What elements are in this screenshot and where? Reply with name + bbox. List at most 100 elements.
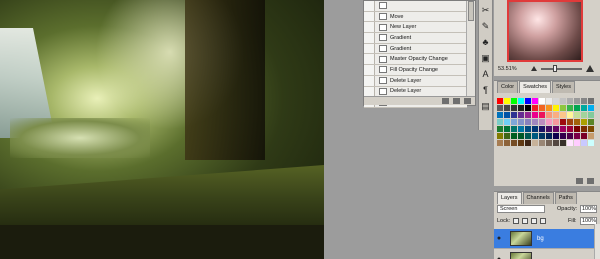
opacity-input[interactable]: 100% bbox=[580, 205, 597, 213]
color-swatch[interactable] bbox=[518, 112, 525, 119]
history-item[interactable]: Fill Opacity Change bbox=[364, 65, 467, 76]
color-swatch[interactable] bbox=[539, 98, 546, 105]
color-swatch[interactable] bbox=[504, 105, 511, 112]
color-swatch[interactable] bbox=[497, 98, 504, 105]
color-swatch[interactable] bbox=[525, 140, 532, 147]
color-swatch[interactable] bbox=[518, 119, 525, 126]
color-swatch[interactable] bbox=[560, 133, 567, 140]
color-swatch[interactable] bbox=[532, 126, 539, 133]
history-snapshot-checkbox[interactable] bbox=[364, 11, 375, 22]
color-swatch[interactable] bbox=[546, 112, 553, 119]
color-swatch[interactable] bbox=[539, 133, 546, 140]
swatch-tool-icon[interactable]: ✎ bbox=[480, 21, 491, 32]
color-swatch[interactable] bbox=[532, 140, 539, 147]
color-swatch[interactable] bbox=[553, 126, 560, 133]
paragraph-icon[interactable]: ¶ bbox=[480, 85, 491, 96]
color-swatch[interactable] bbox=[546, 126, 553, 133]
color-swatch[interactable] bbox=[553, 140, 560, 147]
color-swatch[interactable] bbox=[574, 112, 581, 119]
tab-layers[interactable]: Layers bbox=[497, 192, 522, 204]
history-snapshot-checkbox[interactable] bbox=[364, 86, 375, 97]
color-swatch[interactable] bbox=[532, 133, 539, 140]
color-swatch[interactable] bbox=[574, 140, 581, 147]
color-swatch[interactable] bbox=[497, 105, 504, 112]
color-swatch[interactable] bbox=[525, 133, 532, 140]
color-swatch[interactable] bbox=[567, 133, 574, 140]
color-swatch[interactable] bbox=[581, 119, 588, 126]
color-swatch[interactable] bbox=[511, 140, 518, 147]
color-swatch[interactable] bbox=[511, 105, 518, 112]
history-snapshot-checkbox[interactable] bbox=[364, 33, 375, 43]
color-swatch[interactable] bbox=[511, 98, 518, 105]
color-swatch[interactable] bbox=[511, 112, 518, 119]
camera-icon[interactable] bbox=[453, 98, 460, 104]
color-swatch[interactable] bbox=[539, 126, 546, 133]
color-swatch[interactable] bbox=[567, 98, 574, 105]
color-swatch[interactable] bbox=[525, 112, 532, 119]
layer-row[interactable]: ● bg bbox=[494, 229, 594, 249]
type-icon[interactable]: A bbox=[480, 69, 491, 80]
color-swatch[interactable] bbox=[574, 119, 581, 126]
zoom-in-icon[interactable] bbox=[586, 65, 594, 72]
new-document-from-state-icon[interactable] bbox=[442, 98, 449, 104]
color-swatch[interactable] bbox=[539, 119, 546, 126]
color-swatch[interactable] bbox=[504, 98, 511, 105]
color-swatch[interactable] bbox=[567, 112, 574, 119]
trash-icon[interactable] bbox=[464, 98, 471, 104]
color-swatch[interactable] bbox=[518, 105, 525, 112]
stamp-icon[interactable]: ♣ bbox=[480, 37, 491, 48]
color-swatch[interactable] bbox=[588, 119, 595, 126]
zoom-out-icon[interactable] bbox=[531, 66, 537, 71]
zoom-slider-knob[interactable] bbox=[553, 65, 557, 72]
color-swatch[interactable] bbox=[539, 105, 546, 112]
color-swatch[interactable] bbox=[588, 126, 595, 133]
color-swatch[interactable] bbox=[504, 119, 511, 126]
zoom-level[interactable]: 53.51% bbox=[498, 66, 517, 72]
color-swatch[interactable] bbox=[553, 105, 560, 112]
color-swatch[interactable] bbox=[567, 140, 574, 147]
color-swatch[interactable] bbox=[525, 119, 532, 126]
color-swatch[interactable] bbox=[560, 140, 567, 147]
frame-icon[interactable]: ▣ bbox=[480, 53, 491, 64]
lock-all-icon[interactable] bbox=[540, 218, 546, 224]
history-snapshot-checkbox[interactable] bbox=[364, 65, 375, 75]
color-swatch[interactable] bbox=[504, 133, 511, 140]
color-swatch[interactable] bbox=[560, 126, 567, 133]
color-swatch[interactable] bbox=[588, 133, 595, 140]
color-swatch[interactable] bbox=[518, 133, 525, 140]
history-snapshot-checkbox[interactable] bbox=[364, 75, 375, 86]
tab-paths[interactable]: Paths bbox=[554, 192, 577, 204]
new-swatch-icon[interactable] bbox=[576, 178, 583, 184]
history-scroll-thumb[interactable] bbox=[468, 1, 474, 21]
brush-tool-icon[interactable]: ✂ bbox=[480, 5, 491, 16]
color-swatch[interactable] bbox=[553, 98, 560, 105]
color-swatch[interactable] bbox=[504, 140, 511, 147]
tab-swatches[interactable]: Swatches bbox=[519, 81, 552, 93]
delete-swatch-icon[interactable] bbox=[587, 178, 594, 184]
color-swatch[interactable] bbox=[525, 126, 532, 133]
color-swatch[interactable] bbox=[525, 98, 532, 105]
history-scrollbar[interactable] bbox=[466, 1, 475, 98]
history-item[interactable]: Gradient bbox=[364, 43, 467, 55]
color-swatch[interactable] bbox=[574, 126, 581, 133]
color-swatch[interactable] bbox=[581, 133, 588, 140]
color-swatch[interactable] bbox=[539, 112, 546, 119]
color-swatch[interactable] bbox=[574, 105, 581, 112]
color-swatch[interactable] bbox=[560, 105, 567, 112]
color-swatch[interactable] bbox=[567, 119, 574, 126]
color-swatch[interactable] bbox=[588, 140, 595, 147]
color-swatch[interactable] bbox=[511, 126, 518, 133]
panel-icon[interactable]: ▤ bbox=[480, 101, 491, 112]
color-swatch[interactable] bbox=[581, 140, 588, 147]
color-swatch[interactable] bbox=[560, 119, 567, 126]
color-swatch[interactable] bbox=[497, 112, 504, 119]
color-swatch[interactable] bbox=[511, 119, 518, 126]
color-swatch[interactable] bbox=[497, 133, 504, 140]
color-swatch[interactable] bbox=[567, 105, 574, 112]
color-swatch[interactable] bbox=[553, 119, 560, 126]
color-swatch[interactable] bbox=[532, 112, 539, 119]
color-swatch[interactable] bbox=[546, 133, 553, 140]
color-swatch[interactable] bbox=[560, 112, 567, 119]
color-swatch[interactable] bbox=[518, 140, 525, 147]
color-swatch[interactable] bbox=[567, 126, 574, 133]
